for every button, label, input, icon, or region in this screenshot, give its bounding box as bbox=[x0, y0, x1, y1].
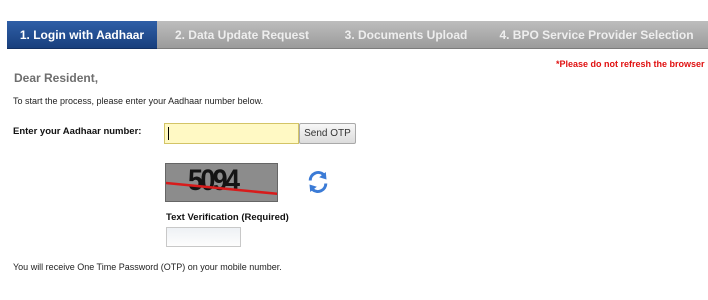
intro-text: To start the process, please enter your … bbox=[13, 96, 264, 106]
text-cursor bbox=[168, 127, 169, 140]
refresh-warning: *Please do not refresh the browser bbox=[556, 59, 705, 69]
step-login-with-aadhaar[interactable]: 1. Login with Aadhaar bbox=[7, 21, 157, 49]
captcha-strike-line bbox=[166, 181, 277, 196]
text-verification-label: Text Verification (Required) bbox=[166, 212, 289, 223]
refresh-icon[interactable] bbox=[306, 170, 330, 194]
step-data-update-request[interactable]: 2. Data Update Request bbox=[157, 21, 327, 49]
aadhaar-number-input[interactable] bbox=[164, 123, 299, 144]
send-otp-button[interactable]: Send OTP bbox=[299, 123, 356, 144]
greeting-heading: Dear Resident, bbox=[14, 71, 99, 85]
captcha-image: 5094 bbox=[165, 163, 278, 202]
aadhaar-number-label: Enter your Aadhaar number: bbox=[13, 126, 142, 137]
progress-steps: 1. Login with Aadhaar 2. Data Update Req… bbox=[7, 21, 708, 49]
text-verification-input[interactable] bbox=[166, 227, 241, 247]
otp-info-text: You will receive One Time Password (OTP)… bbox=[13, 262, 282, 272]
step-documents-upload[interactable]: 3. Documents Upload bbox=[327, 21, 485, 49]
step-bpo-service-provider-selection[interactable]: 4. BPO Service Provider Selection bbox=[485, 21, 708, 49]
